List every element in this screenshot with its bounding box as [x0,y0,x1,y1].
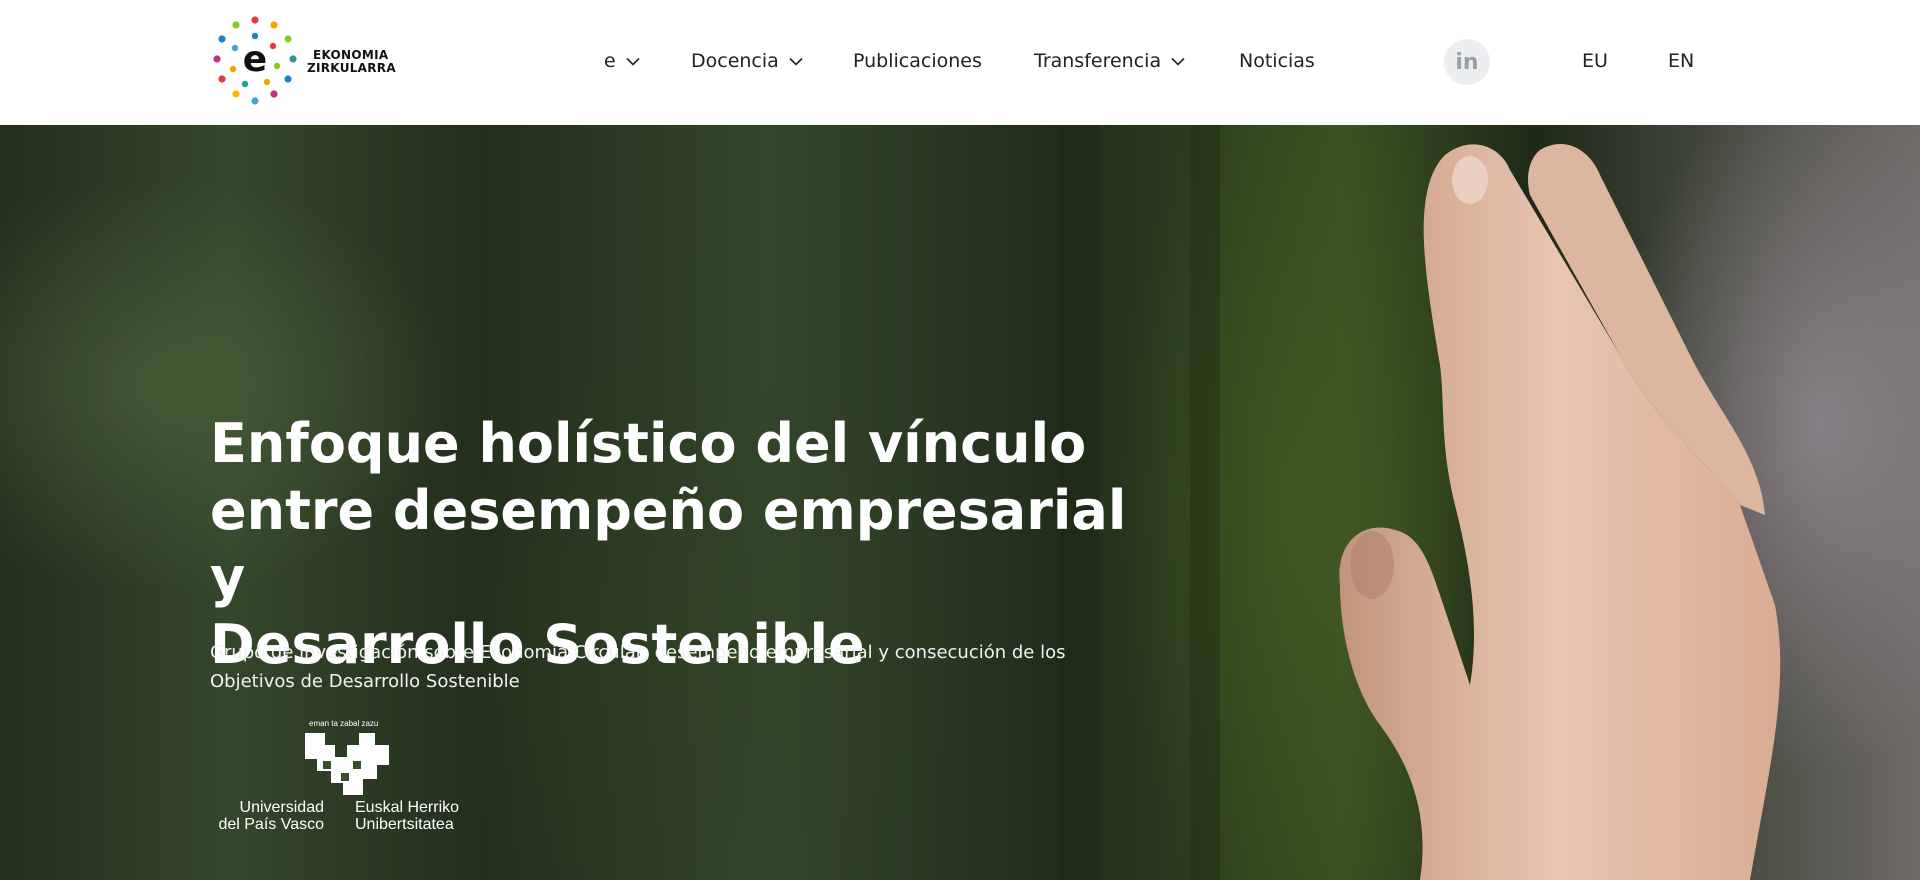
nav-item-label: Transferencia [1034,50,1162,72]
nav-item-publicaciones[interactable]: Publicaciones [853,48,982,74]
university-emblem-icon [305,733,389,795]
site-header: e EKONOMIA ZIRKULARRA e Docencia Publica… [0,0,1920,125]
hero-section: Enfoque holístico del vínculo entre dese… [0,125,1920,880]
nav-item-e[interactable]: e [604,48,640,74]
university-name-line: del País Vasco [218,816,324,833]
nav-item-noticias[interactable]: Noticias [1239,48,1315,74]
chevron-down-icon [626,57,640,66]
hero-subtitle-line: Objetivos de Desarrollo Sostenible [210,671,520,692]
nav-item-docencia[interactable]: Docencia [691,48,803,74]
language-eu[interactable]: EU [1582,48,1608,74]
nav-item-label: Docencia [691,50,779,72]
nav-item-label: Noticias [1239,50,1315,72]
university-name-line: Euskal Herriko [355,799,460,816]
university-name-line: Universidad [239,799,324,816]
language-en[interactable]: EN [1668,48,1694,74]
linkedin-label: in [1455,49,1479,75]
university-logo[interactable]: eman ta zabal zazu Universidad del País … [208,719,478,839]
university-motto: eman ta zabal zazu [309,719,379,728]
nav-item-transferencia[interactable]: Transferencia [1034,48,1185,74]
nav-item-label: e [604,50,616,72]
university-name-es: Universidad del País Vasco [208,799,324,833]
hero-title-line: Enfoque holístico del vínculo [210,412,1087,475]
linkedin-icon[interactable]: in [1444,39,1490,85]
university-name-line: Unibertsitatea [355,816,454,833]
hero-subtitle: Grupo de investigación sobre Economía Ci… [210,638,1110,696]
university-name-eu: Euskal Herriko Unibertsitatea [355,799,485,833]
chevron-down-icon [789,57,803,66]
nav-item-label: Publicaciones [853,50,982,72]
main-nav: e Docencia Publicaciones Transferencia N… [0,0,1920,125]
hero-title-line: entre desempeño empresarial y [210,479,1127,609]
chevron-down-icon [1171,57,1185,66]
hero-subtitle-line: Grupo de investigación sobre Economía Ci… [210,642,1066,663]
